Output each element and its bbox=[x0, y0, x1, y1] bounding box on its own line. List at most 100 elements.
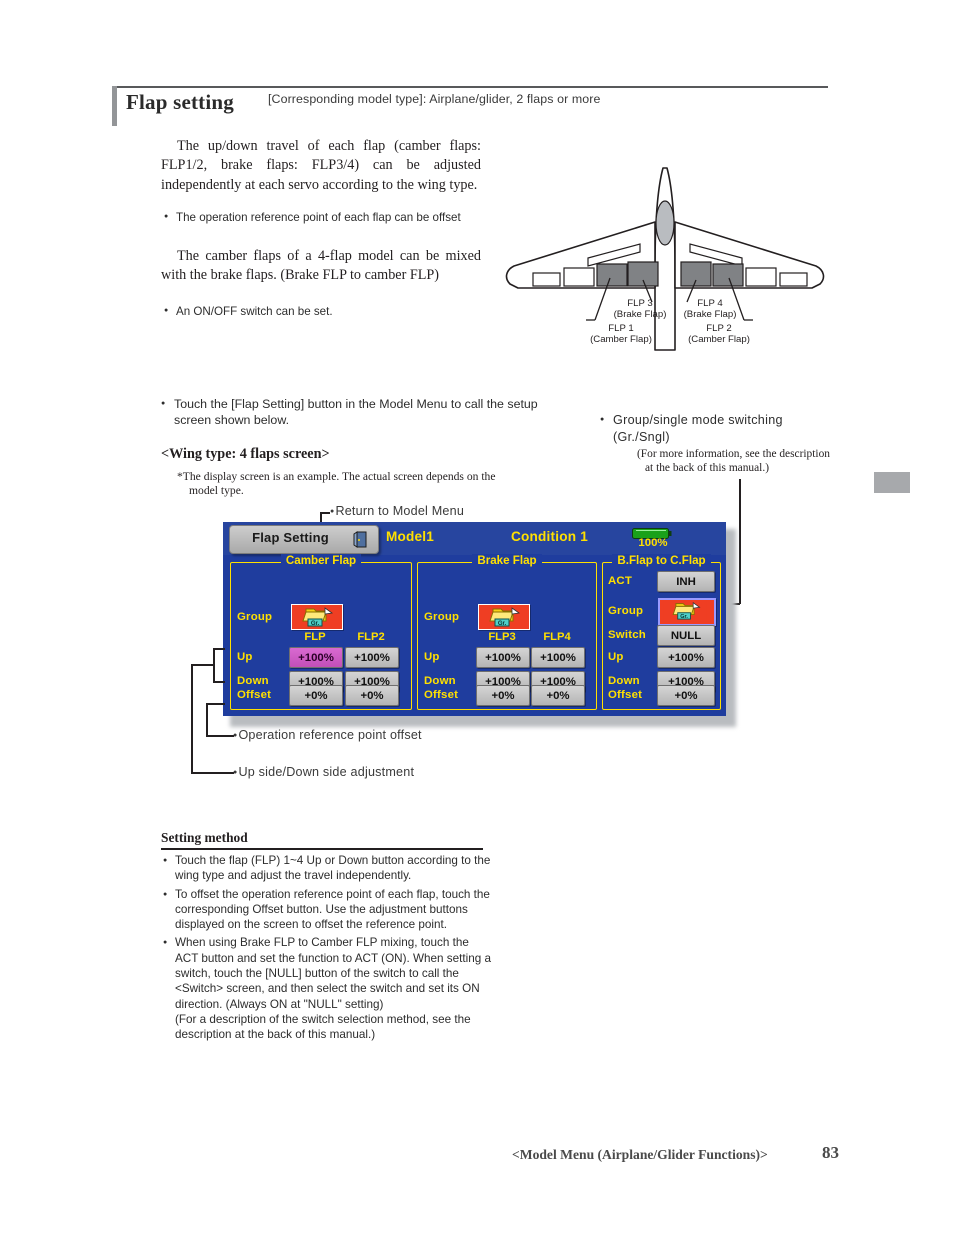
svg-text:Gr.: Gr. bbox=[311, 621, 320, 627]
setting-method-item-2: To offset the operation reference point … bbox=[161, 887, 491, 933]
brake-flp4-up-button[interactable]: +100% bbox=[531, 647, 585, 668]
camber-flp2-offset-button[interactable]: +0% bbox=[345, 685, 399, 706]
battery-icon bbox=[632, 526, 672, 539]
bfcf-offset-label: Offset bbox=[608, 689, 643, 701]
header-accent-bar bbox=[112, 86, 117, 126]
setting-method-item-1: Touch the flap (FLP) 1~4 Up or Down butt… bbox=[161, 853, 491, 884]
svg-text:Gr.: Gr. bbox=[498, 621, 507, 627]
panel-brake-flap: Brake Flap Group Gr. FLP3 FLP4 Up +100% bbox=[417, 554, 597, 710]
condition-name: Condition 1 bbox=[511, 529, 588, 544]
header-rule bbox=[112, 86, 828, 88]
battery-percent: 100% bbox=[638, 537, 668, 549]
setting-method-item-3: When using Brake FLP to Camber FLP mixin… bbox=[175, 936, 491, 1011]
callout-operation-reference-point-offset: Operation reference point offset bbox=[233, 728, 422, 742]
intro-paragraph-2: The camber flaps of a 4-flap model can b… bbox=[161, 247, 481, 286]
flap2-label: FLP 2 (Camber Flap) bbox=[688, 323, 750, 345]
panel-bflap-title: B.Flap to C.Flap bbox=[612, 554, 711, 567]
bracket-offset-drop bbox=[206, 703, 208, 736]
brake-col-1-header: FLP3 bbox=[488, 631, 516, 643]
group-folder-icon: Gr. bbox=[292, 605, 340, 627]
camber-col-1-header: FLP bbox=[304, 631, 326, 643]
screen-note-line1: *The display screen is an example. The a… bbox=[177, 470, 496, 483]
brake-group-label: Group bbox=[424, 611, 460, 623]
camber-col-2-header: FLP2 bbox=[357, 631, 385, 643]
callout-return-to-model-menu: Return to Model Menu bbox=[330, 504, 464, 518]
screen-example-note: *The display screen is an example. The a… bbox=[177, 470, 517, 499]
camber-row-up-label: Up bbox=[237, 651, 253, 663]
bracket-offset-stem bbox=[206, 703, 225, 705]
intro-bullet-2-text: An ON/OFF switch can be set. bbox=[164, 304, 494, 320]
group-mode-note-sub1: (For more information, see the descripti… bbox=[637, 448, 830, 460]
callout-line-group-v bbox=[739, 479, 741, 604]
group-folder-icon: Gr. bbox=[479, 605, 527, 627]
bfcf-switch-label: Switch bbox=[608, 629, 646, 641]
manual-page: Flap setting [Corresponding model type]:… bbox=[0, 0, 954, 1235]
group-mode-note-text: Group/single mode switching (Gr./Sngl) bbox=[613, 413, 783, 444]
intro-paragraph-1: The up/down travel of each flap (camber … bbox=[161, 137, 481, 197]
lcd-screen: Flap Setting Model1 Condition 1 100% Cam… bbox=[223, 522, 736, 727]
camber-group-label: Group bbox=[237, 611, 273, 623]
flap-setting-title-button[interactable]: Flap Setting bbox=[229, 525, 379, 554]
exit-door-icon[interactable] bbox=[353, 531, 369, 548]
setting-method-list: Touch the flap (FLP) 1~4 Up or Down butt… bbox=[161, 850, 491, 1043]
bfcf-up-label: Up bbox=[608, 651, 624, 663]
bfcf-offset-button[interactable]: +0% bbox=[657, 685, 715, 706]
page-subtitle: [Corresponding model type]: Airplane/gli… bbox=[268, 92, 601, 106]
bfcf-act-label: ACT bbox=[608, 575, 633, 587]
bracket-updown-drop bbox=[191, 664, 193, 773]
brake-col-2-header: FLP4 bbox=[543, 631, 571, 643]
brake-flp3-offset-button[interactable]: +0% bbox=[476, 685, 530, 706]
touch-instruction: Touch the [Flap Setting] button in the M… bbox=[161, 396, 553, 428]
flap3-label: FLP 3 (Brake Flap) bbox=[613, 298, 667, 320]
bfcf-act-button[interactable]: INH bbox=[657, 571, 715, 592]
lcd-display: Flap Setting Model1 Condition 1 100% Cam… bbox=[223, 522, 726, 716]
camber-row-down-label: Down bbox=[237, 675, 269, 687]
model-name: Model1 bbox=[386, 529, 435, 544]
panel-camber-flap: Camber Flap Group Gr. FLP FLP2 Up +100% bbox=[230, 554, 412, 710]
flap4-label: FLP 4 (Brake Flap) bbox=[683, 298, 737, 320]
brake-flp3-up-button[interactable]: +100% bbox=[476, 647, 530, 668]
screen-note-line2: model type. bbox=[189, 484, 244, 498]
group-mode-note-sub2: at the back of this manual.) bbox=[645, 461, 769, 474]
setting-method-item-3-continuation: (For a description of the switch selecti… bbox=[175, 1012, 471, 1042]
glider-top-view-figure: FLP 3 (Brake Flap) FLP 4 (Brake Flap) FL… bbox=[500, 160, 840, 360]
bfcf-group-button[interactable]: Gr. bbox=[658, 598, 716, 626]
bfcf-down-label: Down bbox=[608, 675, 640, 687]
flap1-label: FLP 1 (Camber Flap) bbox=[590, 323, 652, 345]
intro-text-1: The up/down travel of each flap (camber … bbox=[161, 138, 481, 193]
footer-section: <Model Menu (Airplane/Glider Functions)> bbox=[512, 1147, 768, 1162]
brake-flp4-offset-button[interactable]: +0% bbox=[531, 685, 585, 706]
bfcf-up-button[interactable]: +100% bbox=[657, 647, 715, 668]
bracket-updown-bottom bbox=[213, 681, 225, 683]
brake-group-button[interactable]: Gr. bbox=[478, 604, 530, 630]
intro-bullet-1: The operation reference point of each fl… bbox=[164, 210, 494, 228]
intro-bullet-2: An ON/OFF switch can be set. bbox=[164, 304, 494, 322]
page-number: 83 bbox=[822, 1143, 839, 1162]
camber-flp1-offset-button[interactable]: +0% bbox=[289, 685, 343, 706]
setting-method-heading: Setting method bbox=[161, 830, 248, 845]
camber-flp1-up-button[interactable]: +100% bbox=[289, 647, 343, 668]
glider-diagram-icon bbox=[505, 167, 825, 351]
intro-bullet-1-text: The operation reference point of each fl… bbox=[164, 210, 494, 226]
brake-row-offset-label: Offset bbox=[424, 689, 459, 701]
camber-group-button[interactable]: Gr. bbox=[291, 604, 343, 630]
callout-up-down-adjustment: Up side/Down side adjustment bbox=[233, 765, 414, 779]
bracket-offset-to-label bbox=[206, 735, 234, 737]
wing-type-heading: <Wing type: 4 flaps screen> bbox=[161, 446, 330, 462]
group-mode-note: Group/single mode switching (Gr./Sngl) (… bbox=[600, 412, 840, 475]
camber-row-offset-label: Offset bbox=[237, 689, 272, 701]
svg-text:Gr.: Gr. bbox=[680, 614, 688, 620]
touch-instruction-text: Touch the [Flap Setting] button in the M… bbox=[161, 396, 553, 428]
bracket-updown-stem bbox=[191, 664, 214, 666]
camber-flp2-up-button[interactable]: +100% bbox=[345, 647, 399, 668]
page-edge-tab bbox=[874, 472, 910, 493]
panel-bflap-to-cflap: B.Flap to C.Flap ACT INH Group Gr. Switc… bbox=[602, 554, 721, 710]
brake-row-up-label: Up bbox=[424, 651, 440, 663]
bfcf-switch-button[interactable]: NULL bbox=[657, 625, 715, 646]
flap-setting-title-label: Flap Setting bbox=[252, 530, 329, 545]
bfcf-group-label: Group bbox=[608, 605, 644, 617]
panel-brake-title: Brake Flap bbox=[472, 554, 542, 567]
group-folder-icon: Gr. bbox=[663, 600, 707, 620]
bracket-updown-to-label bbox=[191, 772, 234, 774]
intro-text-2: The camber flaps of a 4-flap model can b… bbox=[161, 248, 481, 284]
